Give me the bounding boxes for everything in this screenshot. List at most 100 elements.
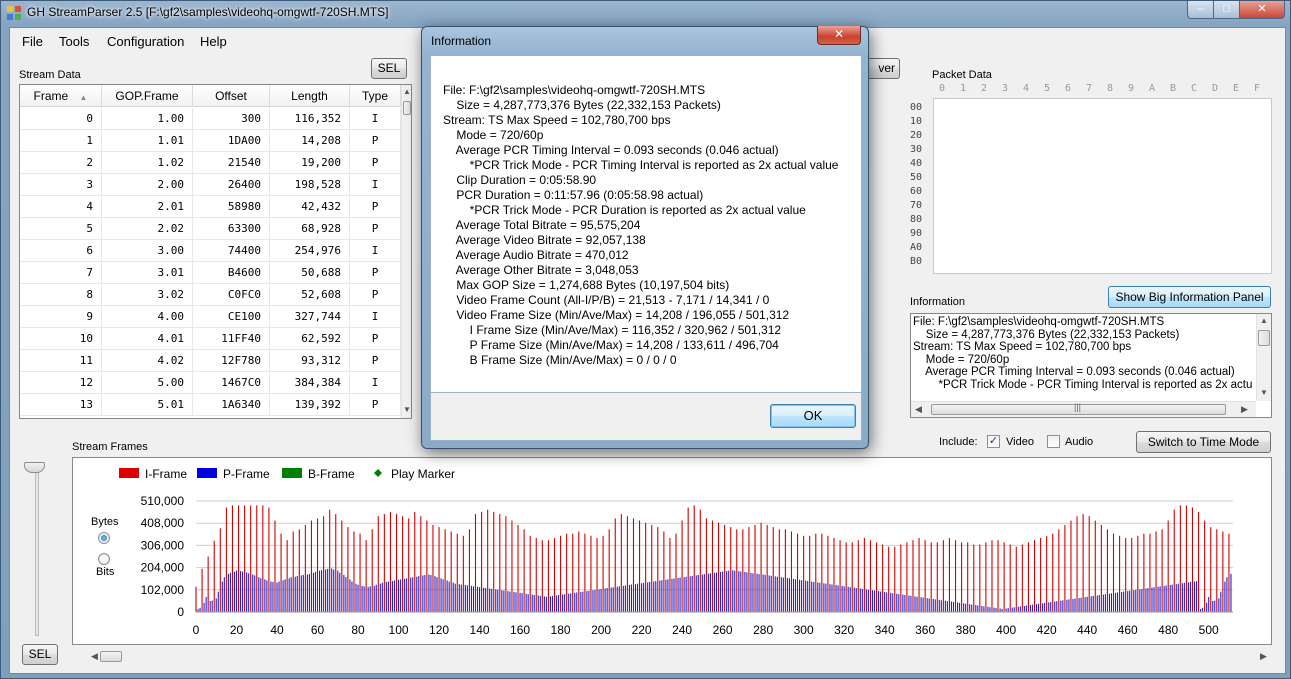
audio-checkbox[interactable] (1047, 435, 1060, 448)
table-row[interactable]: 10 4.01 11FF40 62,592 P (20, 328, 401, 350)
x-tick-label: 280 (753, 623, 773, 637)
x-tick-label: 200 (591, 623, 611, 637)
information-textbox[interactable]: File: F:\gf2\samples\videohq-omgwtf-720S… (910, 313, 1272, 418)
table-row[interactable]: 11 4.02 12F780 93,312 P (20, 350, 401, 372)
ok-button[interactable]: OK (770, 404, 856, 428)
cell-gop-frame: 4.02 (102, 350, 193, 372)
table-row[interactable]: 8 3.02 C0FC0 52,608 P (20, 284, 401, 306)
stream-frames-sel-button[interactable]: SEL (22, 644, 58, 665)
packet-row-label: 90 (910, 228, 923, 239)
info-hscroll-thumb[interactable]: ||| (931, 402, 1226, 415)
stream-data-sel-button[interactable]: SEL (371, 58, 407, 79)
menu-configuration[interactable]: Configuration (107, 34, 184, 49)
table-row[interactable]: 5 2.02 63300 68,928 P (20, 218, 401, 240)
table-row[interactable]: 0 1.00 300 116,352 I (20, 108, 401, 130)
chart-scroll-left-icon[interactable]: ◀ (91, 651, 98, 662)
x-tick-label: 100 (389, 623, 409, 637)
chart-hscroll-thumb[interactable] (100, 651, 122, 662)
zoom-slider-thumb[interactable] (24, 462, 45, 473)
chart-scroll-right-icon[interactable]: ▶ (1260, 651, 1267, 662)
menu-file[interactable]: File (22, 34, 43, 49)
dialog-close-button[interactable]: ✕ (817, 26, 861, 45)
cell-type: I (350, 240, 401, 262)
zoom-slider-track[interactable] (35, 468, 39, 636)
cell-offset: 58980 (193, 196, 270, 218)
menu-help[interactable]: Help (200, 34, 227, 49)
y-tick-label: 510,000 (141, 494, 185, 508)
chart-horizontal-scrollbar[interactable]: ◀ ▶ (90, 649, 1272, 665)
cell-gop-frame: 5.01 (102, 394, 193, 416)
bytes-radio[interactable] (98, 532, 110, 544)
x-tick-label: 80 (351, 623, 365, 637)
scroll-down-icon[interactable]: ▼ (402, 405, 411, 414)
dialog-line: Average Other Bitrate = 3,048,053 (443, 263, 639, 277)
info-scroll-left-icon[interactable]: ◀ (915, 404, 922, 415)
cell-type: P (350, 262, 401, 284)
close-button[interactable]: ✕ (1239, 1, 1285, 19)
minimize-button[interactable]: – (1187, 1, 1214, 19)
cell-length: 327,744 (270, 306, 350, 328)
dialog-line: File: F:\gf2\samples\videohq-omgwtf-720S… (443, 83, 706, 97)
info-scroll-right-icon[interactable]: ▶ (1241, 404, 1248, 415)
y-tick-label: 204,000 (141, 561, 185, 575)
col-gop-frame-header[interactable]: GOP.Frame (102, 85, 193, 107)
table-row[interactable]: 9 4.00 CE100 327,744 I (20, 306, 401, 328)
dialog-line: *PCR Trick Mode - PCR Timing Interval is… (443, 158, 839, 172)
cell-gop-frame: 1.00 (102, 108, 193, 130)
table-row[interactable]: 4 2.01 58980 42,432 P (20, 196, 401, 218)
table-row[interactable]: 6 3.00 74400 254,976 I (20, 240, 401, 262)
col-frame-header[interactable]: Frame ▲ (20, 85, 102, 107)
bits-radio[interactable] (98, 553, 110, 565)
col-type-header[interactable]: Type (350, 85, 401, 107)
dialog-body: File: F:\gf2\samples\videohq-omgwtf-720S… (430, 55, 862, 393)
grid-vertical-scrollbar[interactable]: ▲ ▼ (401, 85, 411, 418)
table-row[interactable]: 1 1.01 1DA00 14,208 P (20, 130, 401, 152)
maximize-button[interactable]: □ (1213, 1, 1240, 19)
dialog-line: Average PCR Timing Interval = 0.093 seco… (443, 143, 779, 157)
hidden-panel-button[interactable]: ver (865, 58, 900, 79)
title-bar[interactable]: GH StreamParser 2.5 [F:\gf2\samples\vide… (1, 1, 1291, 25)
scroll-up-icon[interactable]: ▲ (402, 87, 411, 96)
cell-frame: 5 (20, 218, 102, 240)
video-checkbox[interactable]: ✓ (987, 435, 1000, 448)
cell-gop-frame: 1.01 (102, 130, 193, 152)
stream-data-label: Stream Data (19, 69, 81, 81)
cell-frame: 4 (20, 196, 102, 218)
cell-type: P (350, 218, 401, 240)
menu-tools[interactable]: Tools (59, 34, 89, 49)
packet-data-view[interactable] (933, 98, 1272, 274)
table-row[interactable]: 12 5.00 1467C0 384,384 I (20, 372, 401, 394)
col-length-header[interactable]: Length (270, 85, 350, 107)
col-offset-header[interactable]: Offset (193, 85, 270, 107)
x-tick-label: 440 (1077, 623, 1097, 637)
scroll-thumb[interactable] (403, 101, 411, 115)
table-row[interactable]: 2 1.02 21540 19,200 P (20, 152, 401, 174)
cell-type: P (350, 328, 401, 350)
table-row[interactable]: 3 2.00 26400 198,528 I (20, 174, 401, 196)
show-big-information-panel-button[interactable]: Show Big Information Panel (1108, 286, 1271, 308)
info-vertical-scrollbar[interactable]: ▲ ▼ (1256, 314, 1271, 401)
cell-gop-frame: 3.01 (102, 262, 193, 284)
audio-label: Audio (1065, 436, 1094, 448)
info-scroll-up-icon[interactable]: ▲ (1257, 316, 1271, 325)
info-scroll-down-icon[interactable]: ▼ (1257, 388, 1271, 397)
stream-frames-chart[interactable]: 510,000 408,000 306,000 204,000 102,000 0 0 20 4… (72, 457, 1272, 645)
table-row[interactable]: 13 5.01 1A6340 139,392 P (20, 394, 401, 416)
table-row[interactable]: 7 3.01 B4600 50,688 P (20, 262, 401, 284)
cell-offset: 1DA00 (193, 130, 270, 152)
dialog-line: B Frame Size (Min/Ave/Max) = 0 / 0 / 0 (443, 353, 677, 367)
switch-to-time-mode-button[interactable]: Switch to Time Mode (1136, 431, 1271, 453)
packet-row-label: 20 (910, 130, 923, 141)
packet-col-label: 8 (1107, 83, 1114, 94)
cell-gop-frame: 4.00 (102, 306, 193, 328)
packet-row-label: 30 (910, 144, 923, 155)
info-line: Size = 4,287,773,376 Bytes (22,332,153 P… (913, 328, 1180, 341)
packet-col-label: 1 (960, 83, 967, 94)
dialog-line: Clip Duration = 0:05:58.90 (443, 173, 597, 187)
dialog-line: Average Audio Bitrate = 470,012 (443, 248, 629, 262)
info-scroll-thumb[interactable] (1258, 330, 1270, 346)
packet-col-label: C (1191, 83, 1198, 94)
cell-gop-frame: 3.00 (102, 240, 193, 262)
info-horizontal-scrollbar[interactable]: ◀ ||| ▶ (911, 401, 1256, 417)
cell-gop-frame: 5.00 (102, 372, 193, 394)
